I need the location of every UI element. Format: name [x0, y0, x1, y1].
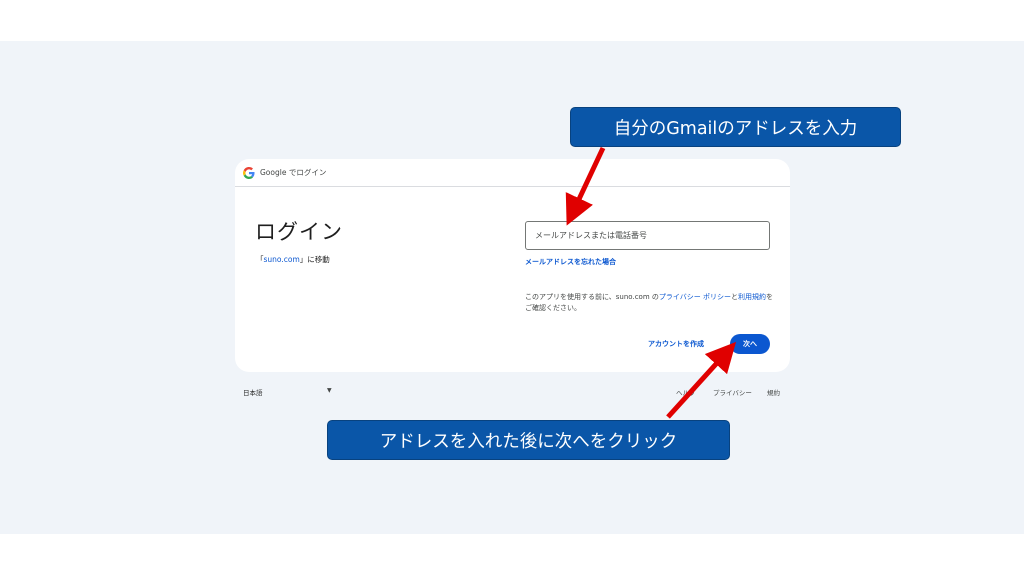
email-input[interactable]	[525, 221, 770, 250]
page-title: ログイン	[255, 220, 343, 244]
goto-site-link[interactable]: suno.com	[264, 255, 300, 264]
notice-prefix: このアプリを使用する前に、suno.com の	[525, 293, 659, 301]
annotation-callout-email: 自分のGmailのアドレスを入力	[570, 107, 901, 147]
goto-prefix: 「	[256, 255, 264, 264]
footer-terms-link[interactable]: 規約	[767, 387, 780, 397]
language-select[interactable]: 日本語	[243, 387, 263, 397]
next-button[interactable]: 次へ	[730, 334, 770, 354]
login-card: Google でログイン ログイン 「suno.com」に移動 メールアドレスを…	[235, 159, 790, 372]
goto-suffix: 」に移動	[299, 255, 330, 264]
create-account-button[interactable]: アカウントを作成	[648, 339, 704, 349]
forgot-email-link[interactable]: メールアドレスを忘れた場合	[525, 257, 616, 267]
notice-and: と	[730, 293, 738, 301]
footer-privacy-link[interactable]: プライバシー	[713, 387, 752, 397]
chevron-down-icon[interactable]: ▼	[327, 387, 332, 394]
google-g-icon	[243, 166, 255, 179]
privacy-policy-link[interactable]: プライバシー ポリシー	[659, 293, 731, 301]
footer-help-link[interactable]: ヘルプ	[676, 387, 696, 397]
terms-link[interactable]: 利用規約	[738, 293, 766, 301]
card-header: Google でログイン	[235, 159, 790, 187]
annotation-callout-next: アドレスを入れた後に次へをクリック	[327, 420, 730, 460]
consent-notice: このアプリを使用する前に、suno.com のプライバシー ポリシーと利用規約を…	[525, 292, 775, 314]
card-header-title: Google でログイン	[260, 168, 327, 177]
goto-line: 「suno.com」に移動	[256, 254, 330, 265]
